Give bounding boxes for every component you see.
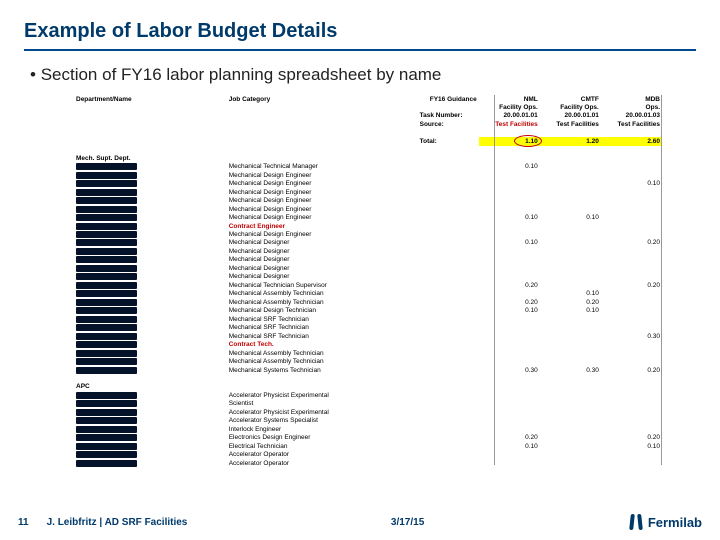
slide-title: Example of Labor Budget Details <box>24 20 696 51</box>
fermilab-logo: Fermilab <box>628 514 702 530</box>
bullet-text: Section of FY16 labor planning spreadshe… <box>30 65 696 85</box>
slide-footer: 11 J. Leibfritz | AD SRF Facilities 3/17… <box>18 514 702 530</box>
footer-date: 3/17/15 <box>391 517 424 528</box>
spreadsheet-image: Department/NameJob CategoryFY16 Guidance… <box>74 95 662 465</box>
page-number: 11 <box>18 517 29 528</box>
logo-icon <box>628 514 644 530</box>
footer-credit: J. Leibfritz | AD SRF Facilities <box>47 517 188 528</box>
